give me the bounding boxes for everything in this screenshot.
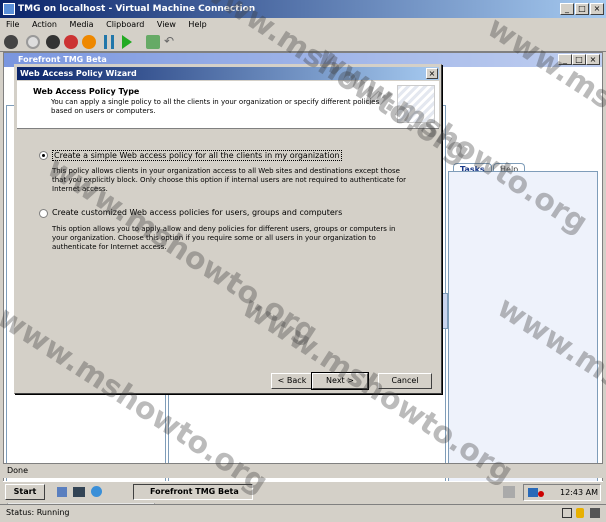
start-vm-icon[interactable] [26,35,40,49]
revert-icon[interactable]: ↶ [164,35,178,49]
system-tray: 12:43 AM [523,484,601,501]
ff-minimize-button[interactable]: _ [558,54,572,65]
internet-explorer-icon[interactable] [91,486,102,497]
clock: 12:43 AM [560,488,598,497]
start-label: Start [13,487,37,496]
menu-media[interactable]: Media [70,20,94,29]
menu-help[interactable]: Help [188,20,206,29]
turn-off-icon[interactable] [46,35,60,49]
cancel-button[interactable]: Cancel [378,373,432,389]
pause-icon[interactable] [104,35,114,49]
vm-toolbar: ↶ [0,32,606,52]
guest-status-text: Done [7,466,29,475]
start-button[interactable]: Start [5,484,45,500]
vm-status-bar: Status: Running [0,504,606,522]
option-custom-radio[interactable] [39,209,48,218]
vm-menu-bar: File Action Media Clipboard View Help [0,18,606,32]
wizard-header-title: Web Access Policy Type [33,87,140,96]
close-button[interactable]: × [590,3,604,15]
network-error-icon [538,491,544,497]
vm-app-icon [3,3,15,15]
tasks-pane [448,171,598,501]
option-simple-radio[interactable] [39,151,48,160]
wizard-header: Web Access Policy Type You can apply a s… [17,81,439,129]
guest-taskbar: Start Forefront TMG Beta 12:43 AM [3,481,603,503]
wizard-dialog: Web Access Policy Wizard × Web Access Po… [14,64,442,394]
menu-view[interactable]: View [157,20,176,29]
forefront-title: Forefront TMG Beta [18,55,107,64]
shutdown-icon[interactable] [64,35,78,49]
save-state-icon[interactable] [82,35,96,49]
menu-clipboard[interactable]: Clipboard [106,20,144,29]
server-manager-icon[interactable] [57,487,67,497]
back-button[interactable]: < Back [271,373,313,389]
vm-title-bar: TMG on localhost - Virtual Machine Conne… [0,0,606,18]
show-desktop-icon[interactable] [73,487,85,497]
keyboard-status-icon [562,508,572,518]
ff-maximize-button[interactable]: □ [572,54,586,65]
option-simple-label[interactable]: Create a simple Web access policy for al… [52,150,342,161]
lock-icon [576,508,584,518]
option-custom-label[interactable]: Create customized Web access policies fo… [52,208,342,217]
vm-title-text: TMG on localhost - Virtual Machine Conne… [18,4,256,14]
ff-close-button[interactable]: × [586,54,600,65]
wizard-close-button[interactable]: × [426,68,438,79]
taskbar-item-forefront[interactable]: Forefront TMG Beta [133,484,253,500]
option-simple-desc: This policy allows clients in your organ… [52,167,406,193]
wizard-title: Web Access Policy Wizard [20,69,137,78]
next-button[interactable]: Next > [311,372,369,390]
resume-icon[interactable] [122,35,132,49]
integration-icon [590,508,600,518]
menu-file[interactable]: File [6,20,19,29]
menu-action[interactable]: Action [32,20,57,29]
network-icon[interactable] [528,488,538,497]
guest-status-bar: Done [3,463,603,478]
minimize-button[interactable]: _ [560,3,574,15]
ctrl-alt-del-icon[interactable] [4,35,18,49]
wizard-title-bar: Web Access Policy Wizard [17,67,439,80]
keyboard-icon[interactable] [503,486,515,498]
option-custom-desc: This option allows you to apply allow an… [52,225,396,251]
wizard-header-graphic [397,85,435,123]
snapshot-icon[interactable] [146,35,160,49]
wizard-header-desc: You can apply a single policy to all the… [51,98,380,115]
maximize-button[interactable]: □ [575,3,589,15]
wizard-body: Create a simple Web access policy for al… [17,131,439,356]
vm-status-text: Status: Running [6,508,70,517]
